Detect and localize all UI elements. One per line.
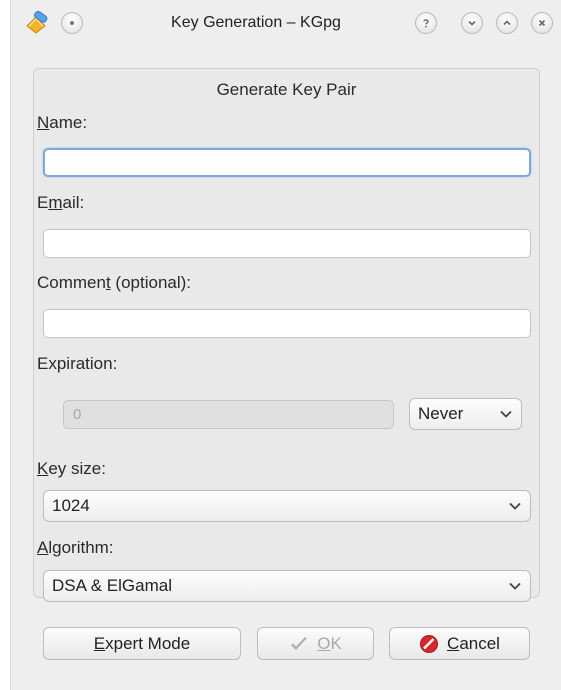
expiration-label: Expiration:	[37, 354, 118, 373]
algorithm-value: DSA & ElGamal	[52, 576, 172, 595]
ok-button[interactable]: OK	[257, 627, 374, 660]
algorithm-combo[interactable]: DSA & ElGamal	[43, 570, 531, 602]
cancel-label: Cancel	[447, 633, 500, 653]
cancel-button[interactable]: Cancel	[389, 627, 530, 660]
close-button[interactable]	[531, 12, 553, 34]
on-all-desktops-button[interactable]	[61, 12, 83, 34]
group-title: Generate Key Pair	[216, 80, 357, 99]
key-size-label: Key size:	[37, 459, 106, 478]
question-icon	[423, 19, 429, 28]
minimize-button[interactable]	[461, 12, 483, 34]
chevron-up-icon	[503, 20, 511, 26]
dialog-window: Key Generation – KGpg Generate Key Pair …	[10, 0, 561, 690]
chevron-down-icon	[468, 20, 476, 26]
ok-label: OK	[317, 633, 342, 653]
email-input[interactable]	[43, 229, 531, 258]
kgpg-app-icon[interactable]	[23, 11, 49, 37]
window-title: Key Generation – KGpg	[171, 14, 341, 31]
expert-mode-button[interactable]: Expert Mode	[43, 627, 241, 660]
chevron-down-icon	[509, 502, 521, 510]
key-size-combo[interactable]: 1024	[43, 490, 531, 522]
email-label: Email:	[37, 193, 85, 212]
chevron-down-icon	[509, 582, 521, 590]
maximize-button[interactable]	[496, 12, 518, 34]
name-label: Name:	[37, 113, 88, 132]
expert-mode-label: Expert Mode	[93, 633, 191, 653]
key-size-value: 1024	[52, 496, 90, 515]
comment-input[interactable]	[43, 309, 531, 338]
name-input[interactable]	[43, 148, 531, 177]
expiration-unit-value: Never	[418, 404, 464, 423]
title-bar: Key Generation – KGpg	[11, 0, 561, 46]
cancel-icon	[420, 634, 439, 653]
expiration-value-field: 0	[63, 400, 394, 429]
dot-icon	[70, 21, 74, 25]
chevron-down-icon	[500, 410, 512, 418]
help-button[interactable]	[415, 12, 437, 34]
algorithm-label: Algorithm:	[37, 538, 114, 557]
checkmark-icon	[291, 636, 308, 650]
comment-label: Comment (optional):	[37, 273, 192, 292]
close-icon	[538, 19, 546, 27]
expiration-unit-combo[interactable]: Never	[409, 398, 522, 430]
